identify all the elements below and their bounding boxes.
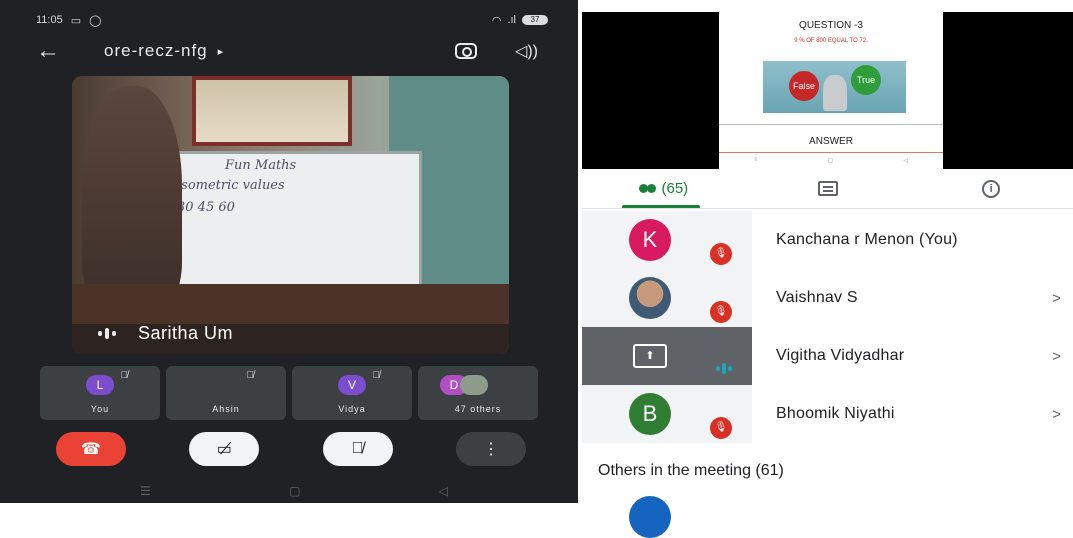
mic-off-icon: 🎙 bbox=[710, 417, 732, 439]
slide-nav-bar: ≡ ▢ ◁ bbox=[754, 157, 908, 164]
android-nav-bar: ☰ ▢ ◁ bbox=[140, 484, 448, 498]
mic-off-icon: 🎙 bbox=[710, 301, 732, 323]
answer-label: ANSWER bbox=[809, 136, 853, 147]
avatar: V bbox=[338, 375, 366, 395]
participant-name: Vigitha Vidyadhar bbox=[776, 347, 905, 364]
tile-label: 47 others bbox=[454, 404, 502, 414]
teacher-figure bbox=[82, 86, 182, 306]
tile-label: You bbox=[90, 404, 110, 414]
speaker-name: Saritha Um bbox=[138, 323, 234, 343]
mic-off-icon: 🎙̸ bbox=[120, 370, 129, 381]
mic-off-icon: 🎙̸ bbox=[372, 370, 381, 381]
presentation-preview[interactable]: QUESTION -3 9 % OF 800 EQUAL TO 72. Fals… bbox=[582, 12, 1073, 169]
participant-avatar-cell: 🎙 bbox=[582, 269, 752, 327]
speaker-icon[interactable]: ◁)) bbox=[515, 41, 538, 61]
board-line-2: isometric values bbox=[177, 178, 285, 193]
tile-label: Ahsin bbox=[212, 404, 240, 414]
video-table bbox=[72, 284, 509, 324]
call-controls: ☎ ▭̸ 🎙̸ ⋮ bbox=[56, 432, 526, 468]
call-top-bar: ← ore-recz-nfg ▸ ◁)) bbox=[36, 36, 538, 66]
participant-row[interactable]: B 🎙 Bhoomik Niyathi > bbox=[582, 385, 1073, 443]
tile-label: Vidya bbox=[338, 404, 366, 414]
battery-icon: 37 bbox=[522, 15, 548, 25]
false-bubble: False bbox=[789, 71, 819, 101]
status-bar: 11:05 ▭ ◯ ◠ .ıl 37 bbox=[36, 12, 548, 28]
info-icon: i bbox=[982, 179, 1001, 198]
back-icon[interactable]: ◁ bbox=[439, 484, 448, 498]
slide-title: QUESTION -3 bbox=[799, 20, 863, 31]
meeting-details-caret-icon[interactable]: ▸ bbox=[218, 45, 224, 58]
participant-avatar-cell: ⬆ bbox=[582, 327, 752, 385]
camera-off-button[interactable]: ▭̸ bbox=[189, 432, 260, 466]
avatar-group: D bbox=[440, 375, 488, 395]
mic-off-button[interactable]: 🎙̸ bbox=[322, 432, 393, 466]
presenting-screen-icon: ⬆ bbox=[633, 344, 667, 368]
tile-you[interactable]: 🎙̸ L You bbox=[40, 366, 160, 420]
tile-vidya[interactable]: 🎙̸ V Vidya bbox=[292, 366, 412, 420]
main-video[interactable]: Fun Maths isometric values 30 45 60 Sari… bbox=[72, 76, 509, 354]
chat-icon bbox=[817, 181, 838, 196]
end-call-button[interactable]: ☎ bbox=[56, 432, 126, 466]
audio-level-icon bbox=[716, 363, 732, 374]
tab-info[interactable]: i bbox=[909, 169, 1073, 208]
chevron-right-icon[interactable]: > bbox=[1052, 290, 1061, 307]
speaker-label: Saritha Um bbox=[98, 323, 233, 344]
participant-tiles: 🎙̸ L You 🎙̸ Ahsin 🎙̸ V Vidya D 47 others bbox=[40, 366, 538, 420]
whatsapp-icon: ◯ bbox=[89, 14, 102, 27]
avatar-photo bbox=[629, 277, 671, 319]
true-bubble: True bbox=[851, 65, 881, 95]
panel-tabs: (65) i bbox=[582, 169, 1073, 209]
participant-row[interactable]: 🎙 Vaishnav S > bbox=[582, 269, 1073, 327]
participant-avatar-cell: B 🎙 bbox=[582, 385, 752, 443]
status-time: 11:05 bbox=[36, 14, 63, 26]
back-arrow-icon[interactable]: ← bbox=[36, 37, 76, 65]
divider bbox=[719, 124, 943, 125]
avatar-photo bbox=[460, 375, 488, 395]
avatar bbox=[629, 496, 671, 538]
true-false-illustration: False True bbox=[763, 61, 906, 113]
more-options-button[interactable]: ⋮ bbox=[455, 432, 526, 466]
participant-name: Bhoomik Niyathi bbox=[776, 405, 895, 422]
avatar: B bbox=[629, 393, 671, 435]
participant-name: Kanchana r Menon (You) bbox=[776, 231, 958, 248]
signal-icon: .ıl bbox=[507, 14, 516, 26]
cast-icon: ▭ bbox=[70, 14, 82, 27]
tile-others[interactable]: D 47 others bbox=[418, 366, 538, 420]
video-window bbox=[192, 76, 352, 146]
participant-avatar-cell: K 🎙 bbox=[582, 211, 752, 269]
tab-chat[interactable] bbox=[746, 169, 910, 208]
tab-people[interactable]: (65) bbox=[582, 169, 746, 208]
slide-question: 9 % OF 800 EQUAL TO 72. bbox=[794, 38, 868, 44]
avatar: L bbox=[86, 375, 114, 395]
thinking-figure bbox=[823, 75, 847, 111]
participant-row[interactable]: ⬆ Vigitha Vidyadhar > bbox=[582, 327, 1073, 385]
participant-name: Vaishnav S bbox=[776, 289, 858, 306]
home-icon[interactable]: ▢ bbox=[289, 484, 300, 498]
meeting-code[interactable]: ore-recz-nfg bbox=[104, 41, 208, 61]
switch-camera-icon[interactable] bbox=[455, 43, 478, 59]
people-icon bbox=[639, 184, 657, 193]
tile-ahsin[interactable]: 🎙̸ Ahsin bbox=[166, 366, 286, 420]
whiteboard: Fun Maths isometric values 30 45 60 bbox=[162, 151, 422, 301]
others-heading: Others in the meeting (61) bbox=[598, 462, 784, 479]
chevron-right-icon[interactable]: > bbox=[1052, 348, 1061, 365]
board-line-3: 30 45 60 bbox=[177, 200, 235, 215]
chevron-right-icon[interactable]: > bbox=[1052, 406, 1061, 423]
recents-icon[interactable]: ☰ bbox=[140, 484, 151, 498]
people-count: (65) bbox=[661, 180, 689, 197]
participants-screen: QUESTION -3 9 % OF 800 EQUAL TO 72. Fals… bbox=[582, 0, 1073, 538]
avatar: K bbox=[629, 219, 671, 261]
speaking-indicator-icon bbox=[98, 328, 116, 339]
participant-list: K 🎙 Kanchana r Menon (You) 🎙 Vaishnav S … bbox=[582, 211, 1073, 443]
board-line-1: Fun Maths bbox=[225, 158, 297, 173]
divider bbox=[719, 152, 943, 153]
wifi-icon: ◠ bbox=[491, 14, 502, 27]
call-screen: 11:05 ▭ ◯ ◠ .ıl 37 ← ore-recz-nfg ▸ ◁)) … bbox=[0, 0, 578, 503]
mic-off-icon: 🎙̸ bbox=[246, 370, 255, 381]
participant-row[interactable]: K 🎙 Kanchana r Menon (You) bbox=[582, 211, 1073, 269]
mic-off-icon: 🎙 bbox=[710, 243, 732, 265]
shared-slide: QUESTION -3 9 % OF 800 EQUAL TO 72. Fals… bbox=[719, 12, 943, 169]
